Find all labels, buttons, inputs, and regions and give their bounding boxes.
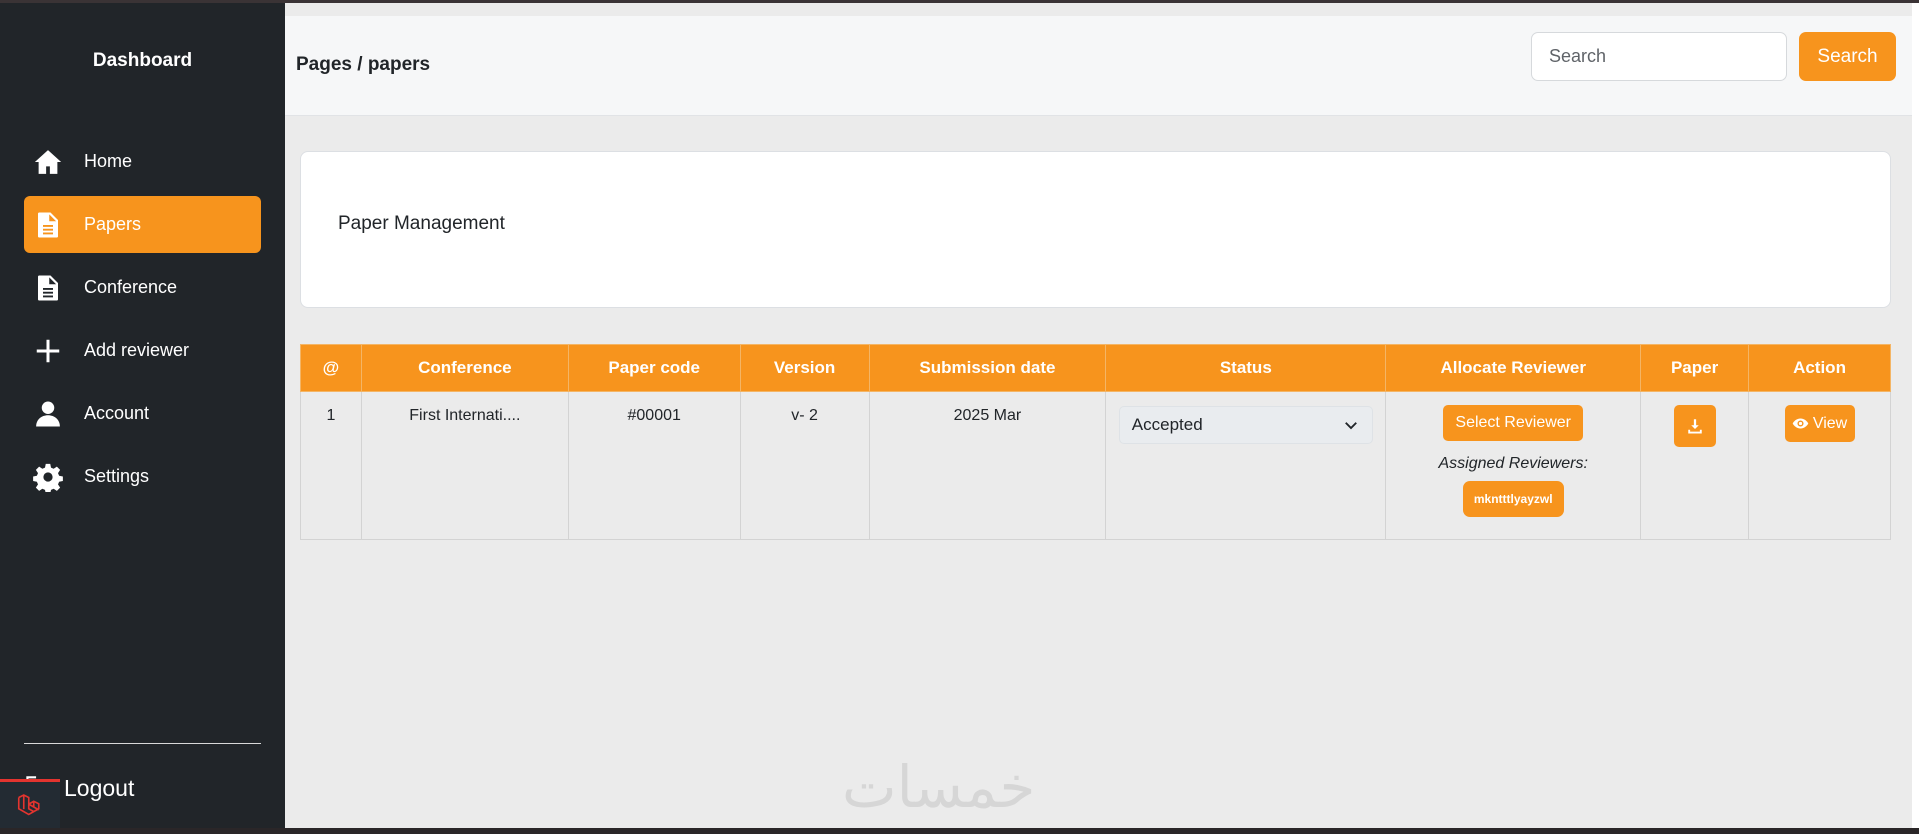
column-header: Version [739, 344, 870, 392]
paper-management-card: Paper Management [300, 151, 1891, 308]
papers-table: @ Conference Paper code Version Submissi… [300, 344, 1891, 540]
status-value: Accepted [1131, 415, 1203, 434]
sidebar-item-account[interactable]: Account [24, 385, 261, 442]
assigned-reviewers-label: Assigned Reviewers: [1438, 455, 1588, 472]
sidebar-item-label: Add reviewer [84, 340, 190, 360]
column-header: @ [300, 344, 362, 392]
submission-date-cell: 2025 Mar [868, 391, 1107, 540]
main-content: Pages / papers Search Paper Management @… [285, 3, 1912, 828]
download-icon [1687, 419, 1702, 434]
search-button[interactable]: Search [1799, 32, 1896, 81]
sidebar-divider [24, 743, 261, 744]
conference-cell: First Internati.... [360, 391, 569, 540]
sidebar-item-papers[interactable]: Papers [24, 196, 261, 253]
column-header: Paper [1640, 344, 1750, 392]
plus-icon [32, 335, 64, 367]
sidebar-item-add-reviewer[interactable]: Add reviewer [24, 322, 261, 379]
card-title: Paper Management [338, 213, 505, 234]
app: Dashboard Home Papers Conference Add rev… [0, 3, 1912, 828]
column-header: Status [1105, 344, 1387, 392]
table-header-row: @ Conference Paper code Version Submissi… [300, 344, 1891, 392]
sidebar-nav: Home Papers Conference Add reviewer Acco… [24, 133, 261, 511]
view-button[interactable]: View [1784, 405, 1855, 442]
chevron-down-icon [1344, 422, 1357, 430]
watermark: خمسات [842, 753, 1036, 821]
sidebar-item-label: Papers [84, 214, 142, 234]
paper-code-cell: #00001 [567, 391, 741, 540]
eye-icon [1792, 418, 1809, 429]
column-header: Paper code [567, 344, 741, 392]
sidebar-item-label: Home [84, 151, 133, 171]
search-input[interactable] [1531, 32, 1787, 81]
sidebar: Dashboard Home Papers Conference Add rev… [0, 3, 285, 828]
reviewer-badge[interactable]: mkntttlyayzwl [1462, 481, 1564, 517]
download-paper-button[interactable] [1673, 405, 1716, 447]
sidebar-item-label: Conference [84, 277, 178, 297]
logout-label: Logout [64, 775, 135, 801]
gear-icon [32, 461, 64, 493]
action-cell: View [1748, 391, 1891, 540]
breadcrumb: Pages / papers [296, 54, 431, 75]
document-icon [32, 209, 64, 241]
column-header: Allocate Reviewer [1385, 344, 1642, 392]
top-header: Pages / papers Search [285, 16, 1912, 116]
select-reviewer-button[interactable]: Select Reviewer [1443, 405, 1584, 441]
laravel-logo-icon [0, 779, 60, 828]
column-header: Submission date [868, 344, 1107, 392]
window-bottom-strip [0, 828, 1919, 834]
status-cell: Accepted [1105, 391, 1387, 540]
sidebar-item-label: Settings [84, 466, 150, 486]
sidebar-item-home[interactable]: Home [24, 133, 261, 190]
table-row: 1 First Internati.... #00001 v- 2 2025 M… [300, 391, 1891, 540]
home-icon [32, 146, 64, 178]
sidebar-item-conference[interactable]: Conference [24, 259, 261, 316]
document-icon [32, 272, 64, 304]
user-icon [32, 398, 64, 430]
status-select[interactable]: Accepted [1118, 406, 1373, 444]
sidebar-item-label: Account [84, 403, 150, 423]
column-header: Action [1748, 344, 1891, 392]
view-label: View [1812, 414, 1848, 432]
column-header: Conference [360, 344, 569, 392]
allocate-reviewer-cell: Select Reviewer Assigned Reviewers: mknt… [1385, 391, 1642, 540]
paper-cell [1640, 391, 1750, 540]
window-right-strip [1912, 3, 1919, 828]
version-cell: v- 2 [739, 391, 870, 540]
sidebar-item-settings[interactable]: Settings [24, 448, 261, 505]
sidebar-title: Dashboard [92, 50, 193, 71]
row-index: 1 [300, 391, 362, 540]
